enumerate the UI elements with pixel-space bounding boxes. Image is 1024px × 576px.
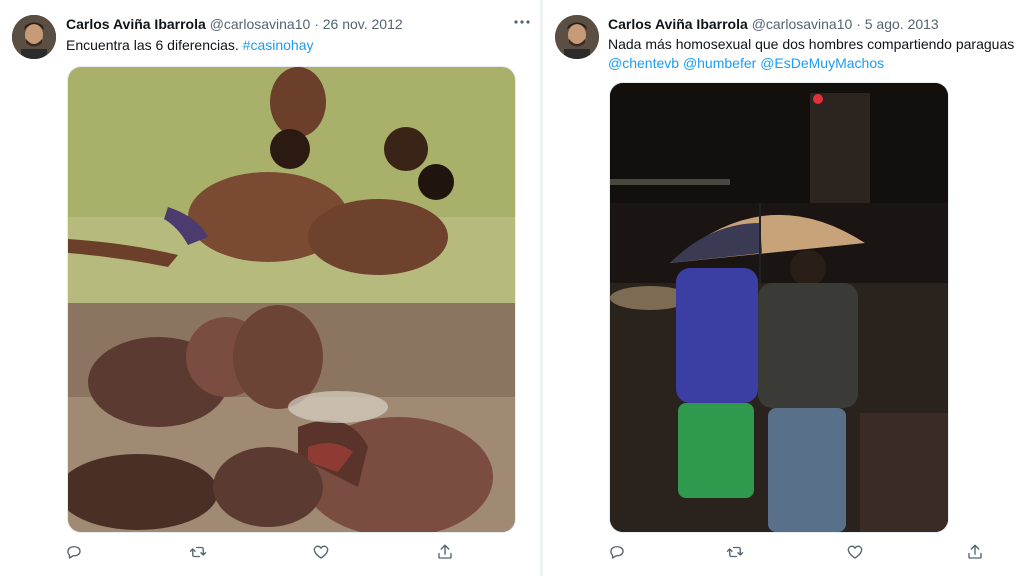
mention-link[interactable]: @chentevb	[608, 55, 679, 71]
retweet-icon[interactable]	[189, 543, 209, 563]
mention-link[interactable]: @humbefer	[683, 55, 756, 71]
like-icon[interactable]	[846, 543, 866, 563]
share-icon[interactable]	[966, 543, 986, 563]
author-handle[interactable]: @carlosavina10	[752, 16, 853, 32]
more-horizontal-icon[interactable]	[510, 12, 534, 32]
retweet-icon[interactable]	[726, 543, 746, 563]
reply-icon[interactable]	[65, 543, 85, 563]
avatar[interactable]	[12, 15, 56, 59]
tweet-card[interactable]: Carlos Aviña Ibarrola @carlosavina10 · 5…	[543, 0, 1024, 576]
separator: ·	[856, 16, 861, 32]
tweet-text-body: Nada más homosexual que dos hombres comp…	[608, 36, 1015, 52]
tweet-actions	[608, 543, 988, 563]
mention-link[interactable]: @EsDeMuyMachos	[760, 55, 884, 71]
tweet-date[interactable]: 26 nov. 2012	[323, 16, 403, 32]
reply-icon[interactable]	[608, 543, 628, 563]
tweet-date[interactable]: 5 ago. 2013	[865, 16, 939, 32]
separator: ·	[314, 16, 319, 32]
share-icon[interactable]	[436, 543, 456, 563]
hashtag-link[interactable]: #casinohay	[243, 37, 314, 53]
tweet-text: Nada más homosexual que dos hombres comp…	[608, 35, 1018, 73]
author-name[interactable]: Carlos Aviña Ibarrola	[66, 16, 206, 32]
tweet-header: Carlos Aviña Ibarrola @carlosavina10 · 5…	[608, 16, 939, 32]
tweet-header: Carlos Aviña Ibarrola @carlosavina10 · 2…	[66, 16, 403, 32]
tweet-text: Encuentra las 6 diferencias. #casinohay	[66, 36, 516, 55]
tweet-image[interactable]	[67, 66, 516, 533]
avatar[interactable]	[555, 15, 599, 59]
tweet-card[interactable]: Carlos Aviña Ibarrola @carlosavina10 · 2…	[0, 0, 540, 576]
tweet-actions	[65, 543, 465, 563]
like-icon[interactable]	[312, 543, 332, 563]
author-handle[interactable]: @carlosavina10	[210, 16, 311, 32]
author-name[interactable]: Carlos Aviña Ibarrola	[608, 16, 748, 32]
tweet-text-body: Encuentra las 6 diferencias.	[66, 37, 243, 53]
tweet-image[interactable]	[609, 82, 949, 533]
